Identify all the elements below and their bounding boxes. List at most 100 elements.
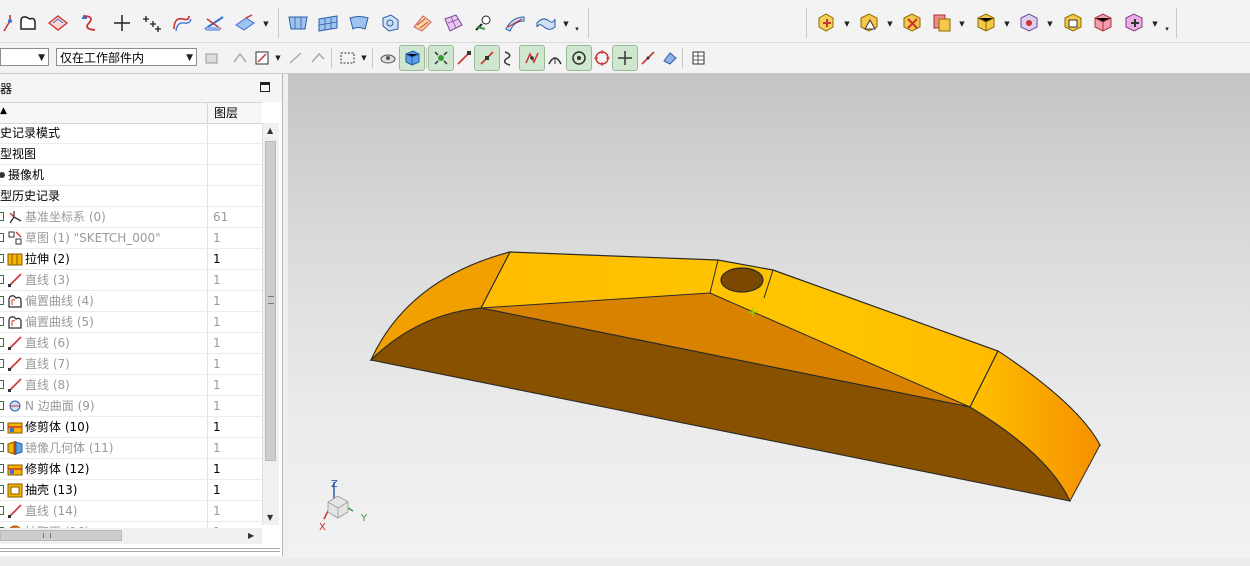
sew-icon[interactable] [1091, 11, 1115, 35]
visibility-checkbox[interactable] [0, 443, 4, 452]
pattern-dropdown-icon[interactable]: ▼ [1046, 19, 1054, 29]
visibility-checkbox[interactable] [0, 275, 4, 284]
quadrant-icon[interactable] [566, 45, 592, 71]
scope-filter-dropdown[interactable]: 仅在工作部件内 ▼ [56, 48, 197, 66]
horizontal-scrollbar[interactable]: ▶ [0, 528, 262, 544]
intersection-icon[interactable] [519, 45, 545, 71]
tree-row[interactable]: 镜像几何体 (11) 1 [0, 438, 262, 459]
visibility-checkbox[interactable] [0, 359, 4, 368]
point-set-icon[interactable] [140, 11, 164, 35]
tree-row[interactable]: 直线 (7) 1 [0, 354, 262, 375]
tree-row[interactable]: 修剪体 (12) 1 [0, 459, 262, 480]
face-blend-icon[interactable] [503, 11, 527, 35]
show-hide-icon[interactable] [376, 46, 400, 70]
tree-row[interactable]: 直线 (6) 1 [0, 333, 262, 354]
mid-point-icon[interactable] [474, 45, 500, 71]
offset-icon[interactable] [170, 11, 194, 35]
vertical-scroll-thumb[interactable] [265, 141, 276, 461]
scroll-up-icon[interactable]: ▲ [267, 126, 273, 135]
patch-icon[interactable] [1061, 11, 1085, 35]
tree-row[interactable]: 直线 (8) 1 [0, 375, 262, 396]
ruled-surface-icon[interactable] [347, 11, 371, 35]
visibility-checkbox[interactable] [0, 338, 4, 347]
tree-row[interactable]: N 边曲面 (9) 1 [0, 396, 262, 417]
studio-surface-icon[interactable] [534, 11, 558, 35]
scroll-right-icon[interactable]: ▶ [248, 531, 254, 540]
visibility-checkbox[interactable] [0, 506, 4, 515]
visibility-checkbox[interactable] [0, 422, 4, 431]
trim-icon[interactable] [202, 11, 226, 35]
subtract-icon[interactable] [900, 11, 924, 35]
horizontal-scroll-thumb[interactable] [0, 530, 122, 541]
select-body-icon[interactable] [306, 46, 330, 70]
tree-row[interactable]: 直线 (14) 1 [0, 501, 262, 522]
fill-icon[interactable] [472, 11, 496, 35]
more-feature-icon[interactable] [1122, 11, 1146, 35]
unite-icon[interactable] [814, 11, 838, 35]
visibility-checkbox[interactable] [0, 485, 4, 494]
visibility-checkbox[interactable] [0, 254, 4, 263]
tree-row[interactable]: 偏置曲线 (5) 1 [0, 312, 262, 333]
studio-dropdown-icon[interactable]: ▼ [562, 19, 570, 29]
sort-ascending-icon[interactable]: ▲ [0, 106, 7, 116]
n-sided-surface-icon[interactable] [286, 11, 310, 35]
surface-icon[interactable] [46, 11, 70, 35]
extend-dropdown-icon[interactable]: ▼ [262, 19, 270, 29]
select-face-icon[interactable] [250, 46, 274, 70]
shaded-view-icon[interactable] [399, 45, 425, 71]
more-feature-dropdown-icon[interactable]: ▼ [1151, 19, 1159, 29]
extrude-body-dropdown-icon[interactable]: ▼ [1003, 19, 1011, 29]
visibility-checkbox[interactable] [0, 380, 4, 389]
tree-row[interactable]: 直线 (3) 1 [0, 270, 262, 291]
tree-row[interactable]: 基准坐标系 (0) 61 [0, 207, 262, 228]
point-on-curve-icon[interactable] [612, 45, 638, 71]
rectangle-select-dropdown-icon[interactable]: ▼ [360, 53, 368, 63]
visibility-checkbox[interactable] [0, 212, 4, 221]
move-face-icon[interactable] [78, 11, 102, 35]
tree-row[interactable]: 型视图 [0, 144, 262, 165]
intersect-icon[interactable] [930, 11, 954, 35]
visibility-checkbox[interactable] [0, 401, 4, 410]
extrude-body-icon[interactable] [974, 11, 998, 35]
swept-icon[interactable] [378, 11, 402, 35]
layer-column-header[interactable]: 图层 [207, 103, 238, 123]
tree-row[interactable]: 草图 (1) "SKETCH_000" 1 [0, 228, 262, 249]
tree-row[interactable]: 偏置曲线 (4) 1 [0, 291, 262, 312]
control-point-icon[interactable] [497, 46, 521, 70]
point-on-face-icon[interactable] [636, 46, 660, 70]
visibility-checkbox[interactable] [0, 464, 4, 473]
panel-splitter[interactable] [0, 548, 280, 552]
infer-point-icon[interactable] [428, 45, 454, 71]
end-point-icon[interactable] [452, 46, 476, 70]
cone-dropdown-icon[interactable]: ▼ [886, 19, 894, 29]
cone-feature-icon[interactable] [857, 11, 881, 35]
select-edge-icon[interactable] [284, 46, 308, 70]
pattern-icon[interactable] [1017, 11, 1041, 35]
visibility-checkbox[interactable] [0, 233, 4, 242]
toolbar-options-icon[interactable]: ▾ [573, 24, 581, 34]
unite-dropdown-icon[interactable]: ▼ [843, 19, 851, 29]
tree-row[interactable]: 摄像机 [0, 165, 262, 186]
maximize-icon[interactable] [260, 82, 270, 92]
table-icon[interactable] [687, 46, 711, 70]
graphics-window[interactable]: Z Y X [288, 74, 1250, 558]
arc-center-icon[interactable] [543, 46, 567, 70]
rectangle-select-icon[interactable] [336, 46, 360, 70]
model-view[interactable]: Z Y X [288, 74, 1250, 558]
offset-curve-icon[interactable] [16, 11, 40, 35]
point-icon[interactable] [110, 11, 134, 35]
through-curves-icon[interactable] [316, 11, 340, 35]
hole[interactable] [720, 267, 764, 293]
blend-icon[interactable] [410, 11, 434, 35]
visibility-checkbox[interactable] [0, 296, 4, 305]
visibility-checkbox[interactable] [0, 317, 4, 326]
mesh-surface-icon[interactable] [441, 11, 465, 35]
intersect-dropdown-icon[interactable]: ▼ [958, 19, 966, 29]
tree-row[interactable]: 型历史记录 [0, 186, 262, 207]
type-filter-dropdown[interactable]: ▼ [0, 48, 49, 66]
toolbar-options-icon[interactable]: ▾ [1163, 24, 1171, 34]
tree-row[interactable]: 抽壳 (13) 1 [0, 480, 262, 501]
vertical-scrollbar[interactable]: ▲ ▼ [262, 123, 279, 525]
extend-icon[interactable] [233, 11, 257, 35]
existing-point-icon[interactable] [590, 46, 614, 70]
